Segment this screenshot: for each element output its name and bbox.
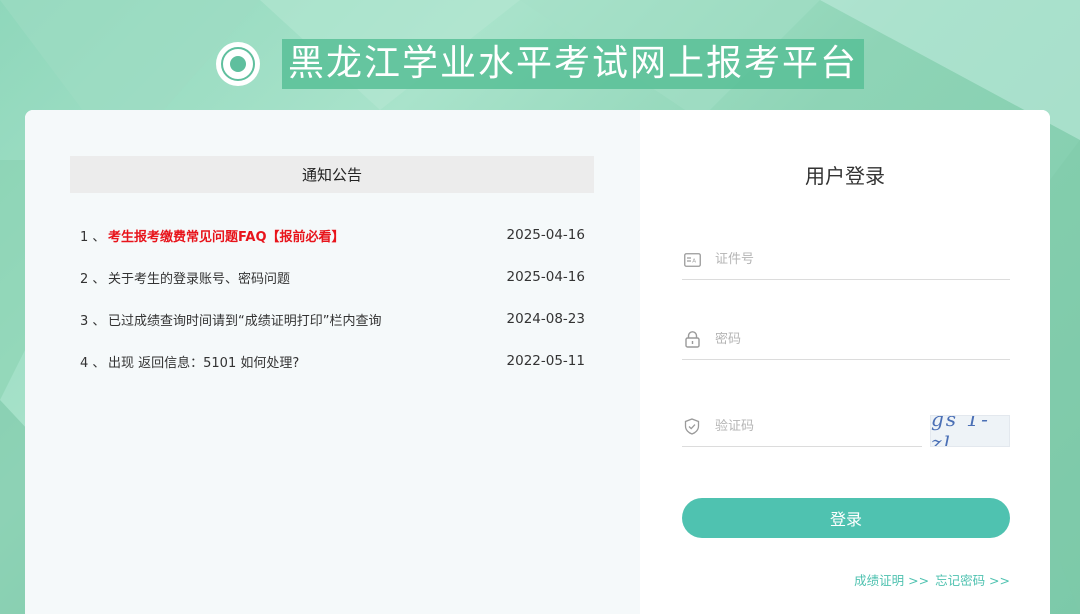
login-title: 用户登录: [805, 164, 885, 188]
notice-link[interactable]: 关于考生的登录账号、密码问题: [108, 268, 505, 287]
main-card: 通知公告 1 、 考生报考缴费常见问题FAQ【报前必看】 2025-04-16 …: [25, 110, 1050, 614]
captcha-image[interactable]: gs 1-zl: [930, 415, 1010, 447]
notice-number: 4 、: [80, 355, 106, 371]
site-header: 黑龙江学业水平考试网上报考平台: [0, 34, 1080, 94]
list-item: 2 、 关于考生的登录账号、密码问题 2025-04-16: [80, 256, 585, 298]
captcha-field-row: [682, 407, 922, 447]
notice-link[interactable]: 已过成绩查询时间请到“成绩证明打印”栏内查询: [108, 310, 505, 329]
emblem-logo-icon: [215, 42, 260, 86]
shield-check-icon: [683, 418, 701, 436]
notice-date: 2025-04-16: [506, 227, 585, 243]
forgot-password-link[interactable]: 忘记密码 >>: [935, 570, 1010, 589]
notice-link[interactable]: 出现 返回信息：5101 如何处理?: [108, 352, 505, 371]
id-card-icon: A: [683, 251, 701, 269]
password-field-row: [682, 320, 1010, 360]
login-panel: 用户登录 A 证件号 验证码 gs 1-zl 登录 成绩证明 >> 忘记密码 >…: [640, 110, 1050, 614]
notice-link[interactable]: 考生报考缴费常见问题FAQ【报前必看】: [108, 226, 505, 245]
lock-icon: [683, 331, 701, 349]
notice-date: 2025-04-16: [506, 269, 585, 285]
id-number-input[interactable]: [715, 252, 935, 267]
list-item: 4 、 出现 返回信息：5101 如何处理? 2022-05-11: [80, 340, 585, 382]
notice-number: 3 、: [80, 313, 106, 329]
list-item: 1 、 考生报考缴费常见问题FAQ【报前必看】 2025-04-16: [80, 214, 585, 256]
notice-panel: 通知公告 1 、 考生报考缴费常见问题FAQ【报前必看】 2025-04-16 …: [25, 110, 640, 614]
site-title: 黑龙江学业水平考试网上报考平台: [281, 39, 864, 89]
list-item: 3 、 已过成绩查询时间请到“成绩证明打印”栏内查询 2024-08-23: [80, 298, 585, 340]
svg-text:A: A: [692, 258, 696, 264]
captcha-input[interactable]: [715, 419, 895, 434]
password-input[interactable]: [715, 332, 935, 347]
notice-date: 2022-05-11: [506, 353, 585, 369]
score-certificate-link[interactable]: 成绩证明 >>: [854, 570, 929, 589]
notice-date: 2024-08-23: [506, 311, 585, 327]
notice-number: 1 、: [80, 229, 106, 245]
login-links: 成绩证明 >> 忘记密码 >>: [854, 570, 1010, 589]
notice-list: 1 、 考生报考缴费常见问题FAQ【报前必看】 2025-04-16 2 、 关…: [80, 214, 585, 382]
notice-heading: 通知公告: [70, 156, 594, 193]
login-button[interactable]: 登录: [682, 498, 1010, 538]
id-number-field-row: A: [682, 240, 1010, 280]
notice-number: 2 、: [80, 271, 106, 287]
